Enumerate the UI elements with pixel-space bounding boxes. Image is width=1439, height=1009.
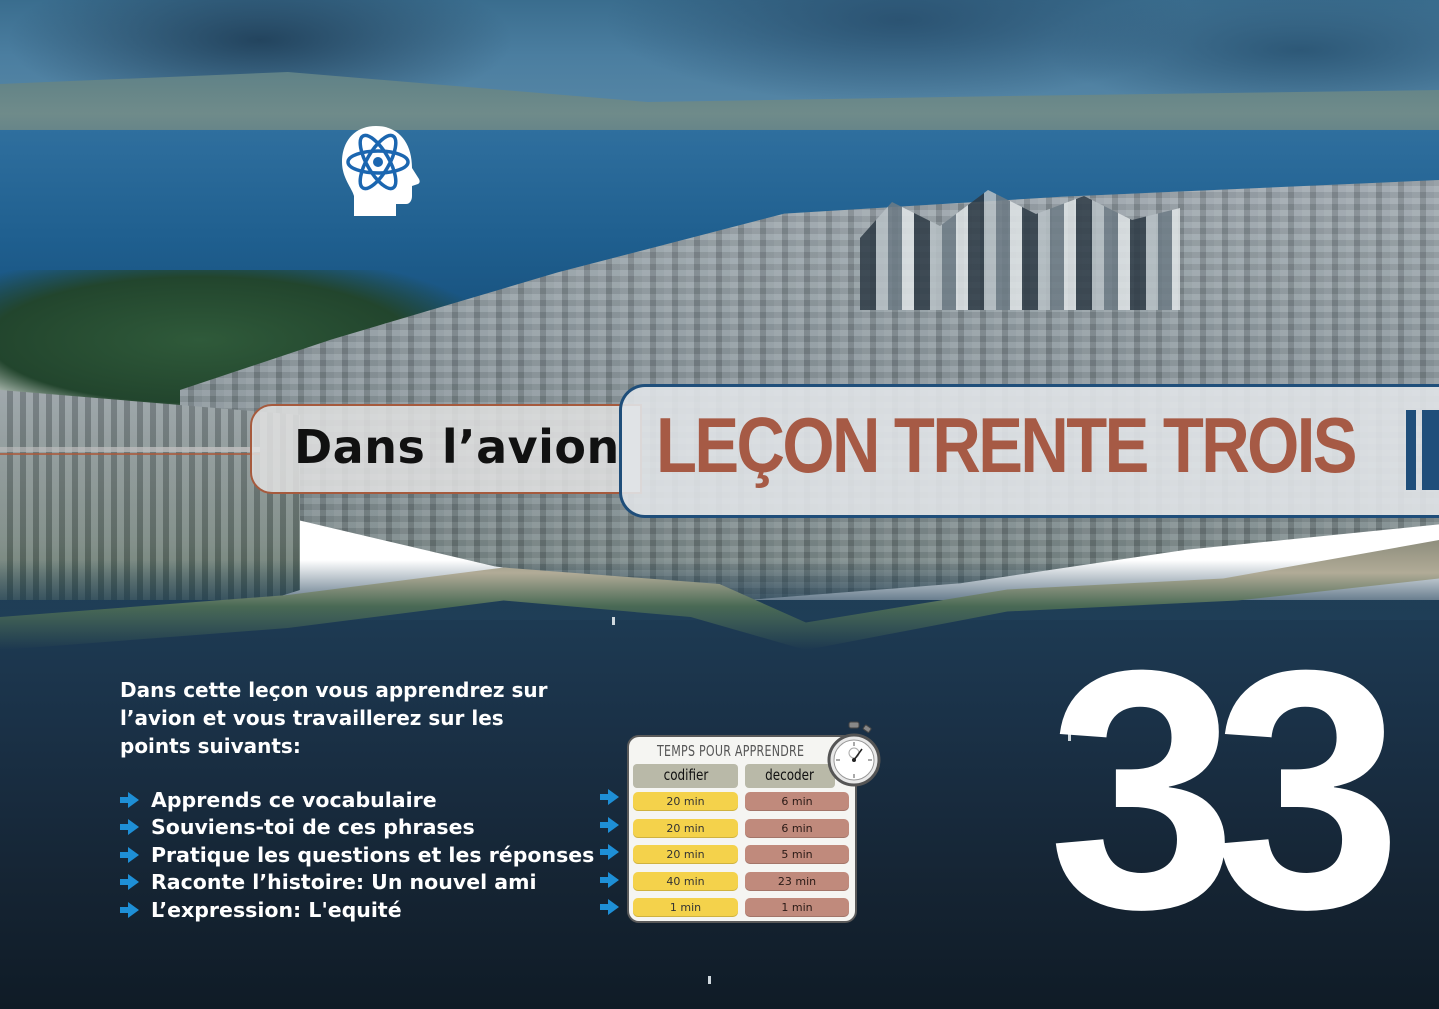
- table-cell: 6 min: [745, 792, 849, 811]
- arrow-right-icon: [120, 846, 139, 863]
- column-header-decoder: decoder: [745, 764, 835, 788]
- list-item: Pratique les questions et les réponses: [118, 841, 594, 869]
- table-cell: 20 min: [633, 792, 738, 811]
- arrow-right-icon: [120, 874, 139, 891]
- objective-label: Apprends ce vocabulaire: [151, 787, 437, 812]
- objective-label: Souviens-toi de ces phrases: [151, 815, 475, 840]
- lesson-title: LEÇON TRENTE TROIS: [656, 401, 1357, 489]
- arrow-right-icon: [600, 871, 619, 888]
- banner-line-accent: [0, 453, 260, 455]
- objective-label: L’expression: L'equité: [151, 897, 402, 922]
- list-item: L’expression: L'equité: [118, 896, 594, 924]
- arrow-right-icon: [120, 901, 139, 918]
- table-cell: 20 min: [633, 819, 738, 838]
- table-cell: 40 min: [633, 872, 738, 891]
- column-header-codifier: codifier: [633, 764, 738, 788]
- intro-text: Dans cette leçon vous apprendrez sur l’a…: [120, 678, 548, 758]
- arrow-right-icon: [120, 819, 139, 836]
- boat: [612, 617, 615, 625]
- column-header-label: codifier: [663, 766, 708, 784]
- table-cell: 23 min: [745, 872, 849, 891]
- table-cell: 1 min: [633, 898, 738, 917]
- title-bar-accent: [1422, 410, 1439, 490]
- table-cell: 20 min: [633, 845, 738, 864]
- list-item: Raconte l’histoire: Un nouvel ami: [118, 869, 594, 897]
- boat: [708, 976, 711, 984]
- table-cell: 5 min: [745, 845, 849, 864]
- brain-atom-icon: [342, 126, 420, 216]
- arrow-right-icon: [120, 791, 139, 808]
- objectives-list: Apprends ce vocabulaire Souviens-toi de …: [118, 786, 594, 924]
- arrow-right-icon: [600, 844, 619, 860]
- table-cell: 6 min: [745, 819, 849, 838]
- list-item: Souviens-toi de ces phrases: [118, 814, 594, 842]
- title-bar-accent: [1406, 410, 1416, 490]
- list-item: Apprends ce vocabulaire: [118, 786, 594, 814]
- arrow-right-icon: [600, 899, 619, 915]
- lesson-subtitle: Dans l’avion: [294, 420, 620, 474]
- table-cell: 1 min: [745, 898, 849, 917]
- lesson-number: 33: [1048, 600, 1402, 980]
- time-table-title: TEMPS POUR APPRENDRE: [657, 742, 805, 760]
- objective-label: Pratique les questions et les réponses: [151, 842, 595, 867]
- arrow-right-icon: [600, 816, 619, 833]
- column-header-label: decoder: [765, 766, 815, 784]
- arrow-right-icon: [600, 789, 619, 805]
- stopwatch-icon: [827, 721, 881, 787]
- objective-label: Raconte l’histoire: Un nouvel ami: [151, 870, 537, 895]
- banner-line: [0, 447, 260, 452]
